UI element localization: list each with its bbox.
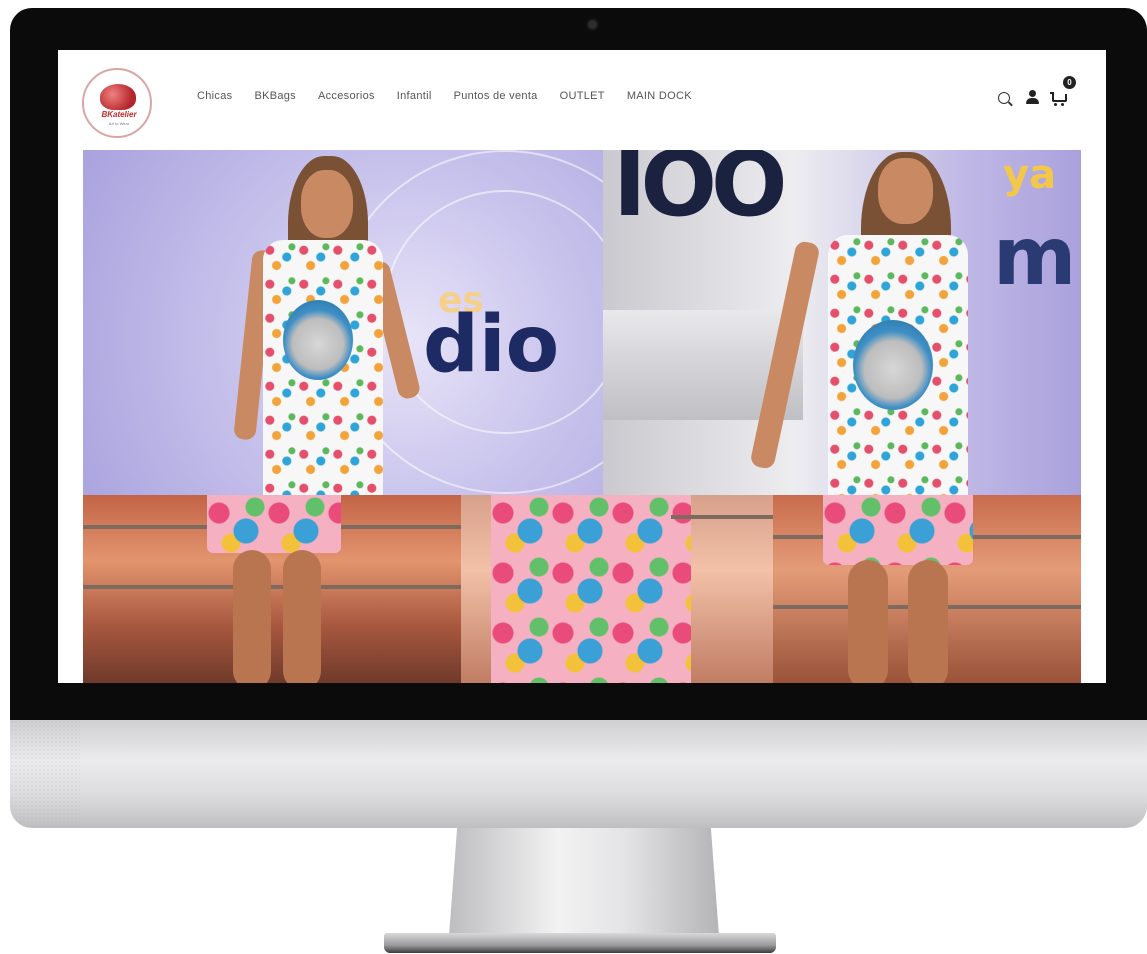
printed-skirt-closeup bbox=[491, 495, 691, 683]
model-face bbox=[878, 158, 933, 224]
logo-name: BKatelier bbox=[101, 110, 137, 119]
monitor-stand bbox=[449, 828, 719, 936]
hero-photo-bottom-right bbox=[773, 495, 1081, 683]
brain-logo-icon bbox=[100, 84, 136, 110]
model-leg bbox=[908, 560, 948, 683]
hero-photo-bottom-center bbox=[461, 495, 773, 683]
cart-icon[interactable] bbox=[1050, 92, 1067, 106]
search-icon[interactable] bbox=[998, 92, 1010, 104]
model-leg bbox=[233, 550, 271, 683]
model-leg bbox=[848, 560, 888, 683]
nav-item-accesorios[interactable]: Accesorios bbox=[318, 90, 375, 102]
model-face bbox=[301, 170, 353, 238]
skull-print bbox=[853, 320, 933, 410]
nav-item-outlet[interactable]: OUTLET bbox=[560, 90, 605, 102]
brand-logo[interactable]: BKatelier Art to Wear bbox=[82, 68, 152, 138]
nav-item-main-dock[interactable]: MAIN DOCK bbox=[627, 90, 692, 102]
printed-skirt bbox=[207, 495, 341, 553]
cart-wheel bbox=[1061, 103, 1064, 106]
hero-photo-top-right: IOO ya m bbox=[603, 150, 1081, 495]
cart-count-badge: 0 bbox=[1063, 76, 1076, 89]
set-text-top: IOO bbox=[613, 150, 787, 237]
hero-photo-collage: es dio IOO ya m bbox=[83, 150, 1081, 683]
cart-basket bbox=[1052, 94, 1067, 102]
monitor-chin bbox=[10, 720, 1147, 828]
nav-item-bkbags[interactable]: BKBags bbox=[254, 90, 296, 102]
nav-item-infantil[interactable]: Infantil bbox=[397, 90, 432, 102]
set-text-side: ya bbox=[1003, 152, 1057, 198]
camera-dot bbox=[588, 20, 597, 29]
user-icon-body bbox=[1026, 98, 1039, 104]
user-icon-head bbox=[1029, 90, 1036, 97]
user-icon[interactable] bbox=[1026, 90, 1040, 106]
site-header: BKatelier Art to Wear Chicas BKBags Acce… bbox=[58, 50, 1106, 150]
nav-item-chicas[interactable]: Chicas bbox=[197, 90, 232, 102]
header-icons: 0 bbox=[998, 76, 1088, 114]
set-text-large: dio bbox=[423, 300, 560, 390]
set-text-large: m bbox=[993, 210, 1077, 303]
model-leg bbox=[283, 550, 321, 683]
printed-skirt bbox=[823, 495, 973, 565]
set-rail bbox=[671, 515, 773, 519]
hero-photo-top-left: es dio bbox=[83, 150, 603, 495]
main-navigation: Chicas BKBags Accesorios Infantil Puntos… bbox=[197, 90, 692, 102]
speaker-grille bbox=[10, 720, 80, 828]
hero-photo-bottom-left bbox=[83, 495, 461, 683]
nav-item-puntos-de-venta[interactable]: Puntos de venta bbox=[454, 90, 538, 102]
monitor-stand-base bbox=[384, 933, 776, 953]
monitor-screen: BKatelier Art to Wear Chicas BKBags Acce… bbox=[58, 50, 1106, 683]
logo-tagline: Art to Wear bbox=[108, 121, 130, 126]
cart-wheel bbox=[1054, 103, 1057, 106]
skull-print bbox=[283, 300, 353, 380]
set-rail bbox=[83, 585, 461, 589]
